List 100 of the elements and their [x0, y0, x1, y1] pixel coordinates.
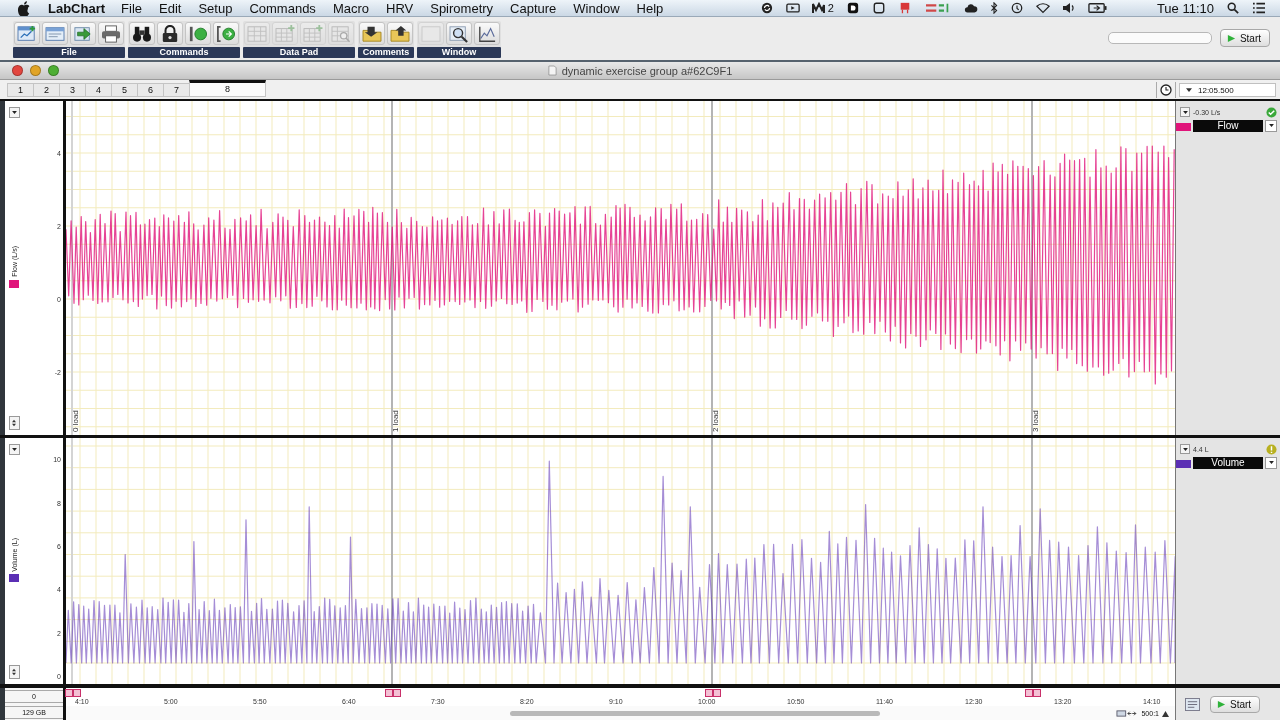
toolbar-group-label: Commands	[128, 47, 240, 58]
channel-menu-button[interactable]	[1180, 444, 1190, 454]
page-tab[interactable]: 5	[111, 83, 137, 97]
zigzag-icon[interactable]	[811, 2, 826, 14]
toolbar-group-label: Data Pad	[243, 47, 355, 58]
toolbar-button[interactable]	[129, 22, 155, 45]
channel-name-button[interactable]: Flow	[1193, 119, 1263, 132]
menu-item[interactable]: Capture	[510, 0, 557, 16]
menu-item[interactable]: Spirometry	[430, 0, 494, 16]
page-tab[interactable]: 2	[33, 83, 59, 97]
folder-arrow-icon	[362, 24, 382, 43]
toolbar-group-label: File	[13, 47, 125, 58]
cloud-icon[interactable]	[963, 2, 978, 14]
search-icon[interactable]	[1226, 2, 1240, 14]
toolbar-button[interactable]	[213, 22, 239, 45]
chart-icon	[477, 24, 497, 43]
caret-icon	[1268, 461, 1274, 464]
clock-icon	[1160, 84, 1172, 96]
play-icon	[1226, 33, 1236, 43]
page-tab[interactable]: 8	[189, 80, 266, 97]
comment-label: 1 load	[391, 410, 400, 432]
caret-icon	[11, 448, 17, 451]
menu-item[interactable]: Window	[573, 0, 620, 16]
list-icon[interactable]	[1252, 2, 1266, 14]
page-tab[interactable]: 3	[59, 83, 85, 97]
menu-item[interactable]: Edit	[159, 0, 182, 16]
toolbar-button[interactable]	[359, 22, 385, 45]
time-dropdown[interactable]: 12:05.500	[1179, 83, 1276, 97]
wifi-icon[interactable]	[1035, 2, 1050, 14]
screen-record-icon[interactable]	[785, 2, 800, 14]
menu-item[interactable]: HRV	[386, 0, 414, 16]
start-button[interactable]: Start	[1219, 29, 1270, 47]
magnifier-icon	[449, 24, 469, 43]
scrollbar-thumb[interactable]	[510, 710, 880, 716]
channel-menu-button[interactable]	[1180, 107, 1190, 117]
window-icon	[45, 24, 65, 43]
sync-icon[interactable]	[759, 2, 774, 14]
battery-icon[interactable]	[1087, 2, 1107, 14]
comment-marker-icon[interactable]	[65, 689, 81, 697]
menu-item[interactable]: Commands	[249, 0, 316, 16]
menu-item[interactable]: Setup	[198, 0, 233, 16]
menu-item[interactable]: Macro	[332, 0, 369, 16]
page-tab[interactable]: 1	[7, 83, 33, 97]
comment-label: 2 load	[711, 410, 720, 432]
caret-icon	[1182, 110, 1188, 114]
caret-icon	[1186, 88, 1192, 92]
caret-icon	[11, 111, 17, 114]
menu-item[interactable]: Help	[636, 0, 664, 16]
list-panel-icon[interactable]	[1185, 697, 1200, 711]
clock-button[interactable]	[1156, 82, 1176, 98]
toolbar-group-label: Window	[417, 47, 501, 58]
folder-arrow-icon	[390, 24, 410, 43]
toolbar-button[interactable]	[446, 22, 472, 45]
bar-circle-icon	[188, 24, 208, 43]
speaker-icon[interactable]	[1061, 2, 1076, 14]
minimize-button[interactable]	[30, 65, 41, 76]
square-outline-icon[interactable]	[871, 2, 886, 14]
page-tab[interactable]: 6	[137, 83, 163, 97]
toolbar-button[interactable]	[157, 22, 183, 45]
toolbar-button[interactable]	[387, 22, 413, 45]
start-button[interactable]: Start	[1210, 695, 1261, 713]
menu-clock[interactable]: Tue 11:10	[1156, 0, 1214, 16]
zoom-button[interactable]	[48, 65, 59, 76]
channel-menu-button[interactable]	[8, 444, 20, 455]
play-icon	[1217, 699, 1226, 709]
bluetooth-icon[interactable]	[989, 2, 998, 14]
input-field[interactable]	[1107, 32, 1212, 44]
binoculars-icon	[132, 24, 152, 43]
triangle-icon[interactable]	[1162, 709, 1169, 717]
toolbar-button[interactable]	[185, 22, 211, 45]
toolbar-button[interactable]	[474, 22, 500, 45]
channel-menu-button[interactable]	[8, 107, 20, 118]
table-search-icon	[331, 24, 351, 43]
close-button[interactable]	[12, 65, 23, 76]
comment-marker-icon[interactable]	[705, 689, 721, 697]
channel-name-button[interactable]: Volume	[1193, 456, 1263, 469]
table-icon	[247, 24, 267, 43]
table-plus-icon	[275, 24, 295, 43]
comment-label: 3 load	[1031, 410, 1040, 432]
clock-icon[interactable]	[1009, 2, 1024, 14]
scale-button[interactable]	[8, 665, 20, 679]
apple-icon[interactable]	[18, 0, 31, 16]
page-tab[interactable]: 4	[85, 83, 111, 97]
page-tab[interactable]: 7	[163, 83, 189, 97]
bracket-circle-icon	[216, 24, 236, 43]
horizontal-zoom-icon[interactable]	[1116, 709, 1139, 717]
window-title: dynamic exercise group a#62C9F1	[561, 64, 733, 77]
up-down-arrows-icon	[12, 668, 16, 676]
blank-panel-icon	[421, 24, 441, 43]
app-menu[interactable]: LabChart	[48, 0, 106, 16]
comment-marker-icon[interactable]	[1025, 689, 1041, 697]
caret-icon	[1268, 124, 1274, 127]
caret-icon	[1182, 447, 1188, 451]
menu-item[interactable]: File	[121, 0, 142, 16]
comment-marker-icon[interactable]	[385, 689, 401, 697]
rounded-square-icon[interactable]	[845, 2, 860, 14]
up-down-arrows-icon	[12, 419, 16, 427]
scale-button[interactable]	[8, 416, 20, 430]
table-plus-icon	[303, 24, 323, 43]
document-icon	[547, 65, 557, 76]
